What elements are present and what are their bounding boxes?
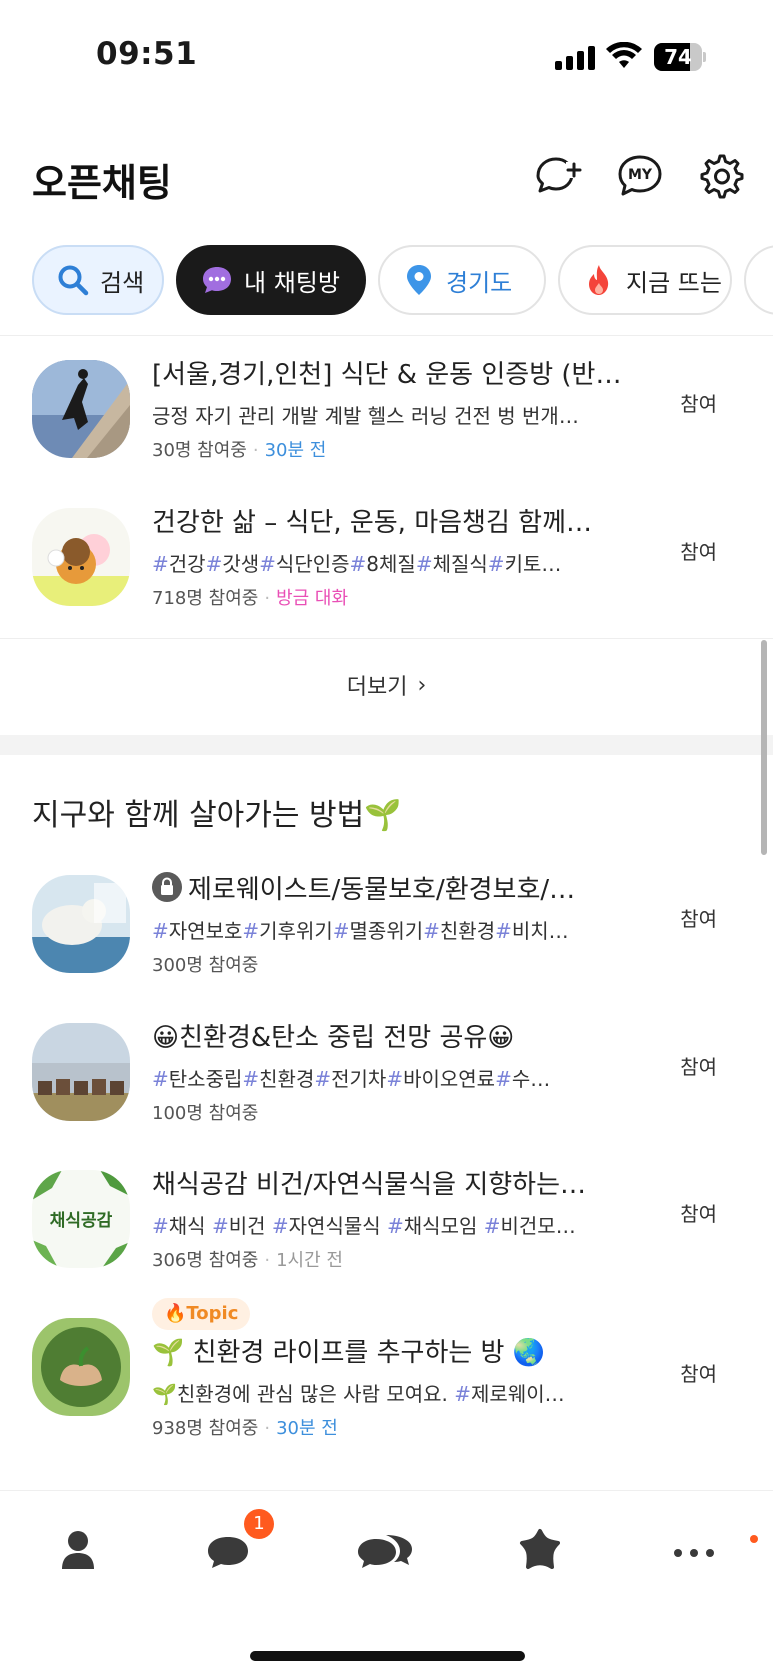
shopping-icon[interactable] — [510, 1521, 570, 1581]
svg-text:MY: MY — [628, 167, 653, 183]
location-pin-icon — [407, 265, 431, 295]
room-tags: #자연보호#기후위기#멸종위기#친환경#비치… — [152, 919, 569, 943]
member-count: 306명 참여중 — [152, 1250, 259, 1271]
region-chip-label: 경기도 — [446, 268, 513, 297]
member-count: 718명 참여중 — [152, 588, 259, 609]
member-count: 938명 참여중 — [152, 1418, 259, 1439]
status-time: 09:51 — [96, 36, 198, 72]
room-meta: 30명 참여중 · 30분 전 — [152, 440, 327, 461]
my-chat-icon[interactable]: MY — [614, 150, 666, 202]
join-button[interactable]: 참여 — [680, 388, 717, 417]
friends-icon[interactable] — [48, 1521, 108, 1581]
app-header: 오픈채팅 MY — [0, 140, 773, 210]
chatroom-item[interactable]: 🔥Topic 🌱 친환경 라이프를 추구하는 방 🌏 🌱친환경에 관심 많은 사… — [0, 1298, 773, 1458]
last-active-time: 30분 전 — [276, 1418, 338, 1439]
trending-chip[interactable]: 지금 뜨는 — [558, 245, 732, 315]
search-icon — [58, 265, 89, 296]
room-thumbnail — [32, 875, 130, 973]
section-title: 지구와 함께 살아가는 방법🌱 — [32, 798, 402, 833]
thumbnail-text: 채식공감 — [50, 1211, 113, 1231]
home-indicator — [250, 1651, 525, 1661]
bottom-tab-bar: 1 — [0, 1490, 773, 1676]
chevron-right-icon: › — [417, 672, 427, 698]
join-button[interactable]: 참여 — [680, 1358, 717, 1387]
member-count: 100명 참여중 — [152, 1103, 259, 1124]
room-title: [서울,경기,인천] 식단 & 운동 인증방 (반… — [152, 360, 622, 390]
wifi-icon — [606, 42, 642, 68]
last-active-time: 방금 대화 — [276, 588, 349, 609]
chatroom-item[interactable]: [서울,경기,인천] 식단 & 운동 인증방 (반… 긍정 자기 관리 개발 계… — [0, 340, 773, 480]
more-button[interactable]: 더보기 › — [0, 640, 773, 730]
more-chip-partial[interactable] — [744, 245, 773, 315]
room-title: 건강한 삶 – 식단, 운동, 마음챙김 함께… — [152, 508, 592, 538]
chatroom-item[interactable]: 제로웨이스트/동물보호/환경보호/… #자연보호#기후위기#멸종위기#친환경#비… — [0, 855, 773, 995]
unread-badge: 1 — [244, 1509, 274, 1539]
chatroom-item[interactable]: 😀친환경&탄소 중립 전망 공유😀 #탄소중립#친환경#전기차#바이오연료#수…… — [0, 1003, 773, 1143]
section-separator — [0, 735, 773, 755]
cellular-signal-icon — [555, 46, 595, 70]
more-label: 더보기 — [346, 675, 408, 700]
room-tags: #채식 #비건 #자연식물식 #채식모임 #비건모… — [152, 1214, 576, 1238]
filter-chip-row: 검색 내 채팅방 경기도 지금 뜨는 — [0, 245, 773, 317]
divider — [0, 638, 773, 639]
search-chip[interactable]: 검색 — [32, 245, 164, 315]
chatroom-item[interactable]: 채식공감 채식공감 비건/자연식물식을 지향하는… #채식 #비건 #자연식물식… — [0, 1150, 773, 1290]
join-button[interactable]: 참여 — [680, 1051, 717, 1080]
chatroom-item[interactable]: 건강한 삶 – 식단, 운동, 마음챙김 함께… #건강#갓생#식단인증#8체질… — [0, 488, 773, 628]
my-chatrooms-chip[interactable]: 내 채팅방 — [176, 245, 366, 315]
status-bar: 09:51 74 — [0, 0, 773, 110]
battery-level: 74 — [664, 45, 692, 69]
room-meta: 718명 참여중 · 방금 대화 — [152, 588, 349, 609]
member-count: 30명 참여중 — [152, 440, 247, 461]
last-active-time: 30분 전 — [264, 440, 327, 461]
join-button[interactable]: 참여 — [680, 536, 717, 565]
room-meta: 938명 참여중 · 30분 전 — [152, 1418, 338, 1439]
divider — [0, 335, 773, 336]
my-chatrooms-chip-label: 내 채팅방 — [244, 268, 340, 297]
last-active-time: 1시간 전 — [276, 1250, 343, 1271]
room-description: 🌱친환경에 관심 많은 사람 모여요. #제로웨이… — [152, 1382, 565, 1406]
region-chip[interactable]: 경기도 — [378, 245, 546, 315]
join-button[interactable]: 참여 — [680, 1198, 717, 1227]
new-chat-icon[interactable] — [530, 150, 582, 202]
join-button[interactable]: 참여 — [680, 903, 717, 932]
room-thumbnail — [32, 360, 130, 458]
member-count: 300명 참여중 — [152, 955, 259, 976]
room-meta: 100명 참여중 — [152, 1099, 258, 1125]
room-thumbnail: 채식공감 — [32, 1170, 130, 1268]
room-description: 긍정 자기 관리 개발 계발 헬스 러닝 건전 벙 번개… — [152, 404, 579, 428]
fire-icon — [589, 265, 609, 295]
chat-bubble-icon — [203, 267, 231, 293]
battery-icon: 74 — [654, 43, 706, 71]
room-thumbnail — [32, 508, 130, 606]
room-meta: 300명 참여중 — [152, 951, 258, 977]
topic-badge: 🔥Topic — [152, 1298, 251, 1330]
open-chat-icon[interactable] — [356, 1521, 416, 1581]
room-title: 제로웨이스트/동물보호/환경보호/… — [152, 869, 632, 906]
trending-chip-label: 지금 뜨는 — [626, 268, 722, 297]
room-tags: #탄소중립#친환경#전기차#바이오연료#수… — [152, 1067, 551, 1091]
notification-dot — [750, 1535, 758, 1543]
page-title: 오픈채팅 — [32, 161, 172, 205]
room-meta: 306명 참여중 · 1시간 전 — [152, 1250, 343, 1271]
room-title: 채식공감 비건/자연식물식을 지향하는… — [152, 1170, 587, 1200]
room-title: 🌱 친환경 라이프를 추구하는 방 🌏 — [152, 1338, 546, 1368]
lock-icon — [152, 872, 182, 902]
room-tags: #건강#갓생#식단인증#8체질#체질식#키토… — [152, 552, 562, 576]
search-chip-label: 검색 — [100, 268, 145, 297]
settings-icon[interactable] — [694, 150, 746, 202]
room-thumbnail — [32, 1023, 130, 1121]
room-title: 😀친환경&탄소 중립 전망 공유😀 — [152, 1023, 515, 1053]
room-thumbnail — [32, 1318, 130, 1416]
scrollbar[interactable] — [761, 640, 767, 855]
more-icon[interactable] — [664, 1521, 724, 1581]
